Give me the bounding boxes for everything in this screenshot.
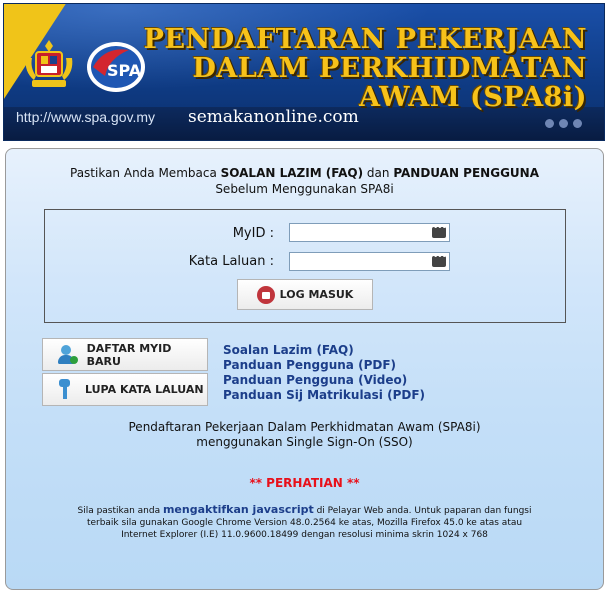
banner-dot: [559, 119, 568, 128]
warning-post: di Pelayar Web anda. Untuk paparan dan f…: [313, 506, 532, 516]
register-button-label: DAFTAR MYID BARU: [86, 341, 172, 368]
guide-video-link[interactable]: Panduan Pengguna (Video): [223, 373, 407, 387]
forgot-button-label: LUPA KATA LALUAN: [85, 383, 204, 396]
password-label: Kata Laluan :: [188, 254, 274, 269]
login-button-label: LOG MASUK: [279, 288, 354, 301]
banner-title-line1: PENDAFTARAN PEKERJAAN: [143, 24, 587, 55]
faq-link[interactable]: Soalan Lazim (FAQ): [223, 343, 354, 357]
banner-title-line2: DALAM PERKHIDMATAN: [192, 53, 587, 84]
warning-line3: Internet Explorer (I.E) 11.0.9600.18499 …: [121, 530, 488, 540]
notice-pre: Pastikan Anda Membaca: [70, 166, 221, 180]
myid-input[interactable]: [289, 223, 450, 242]
spa-logo-icon: SPA: [87, 42, 145, 92]
banner-dot: [545, 119, 554, 128]
password-input[interactable]: [289, 252, 450, 271]
banner-title-line3: AWAM (SPA8i): [359, 82, 587, 113]
notice-faq: SOALAN LAZIM (FAQ): [220, 166, 364, 180]
banner-url[interactable]: http://www.spa.gov.my: [16, 109, 155, 125]
matriculation-guide-link[interactable]: Panduan Sij Matrikulasi (PDF): [223, 388, 425, 402]
notice-line2: Sebelum Menggunakan SPA8i: [215, 182, 394, 196]
banner-dot: [573, 119, 582, 128]
keyboard-icon[interactable]: [432, 252, 446, 267]
warning-emph: mengaktifkan javascript: [162, 503, 314, 516]
key-icon: [57, 378, 73, 401]
guide-pdf-link[interactable]: Panduan Pengguna (PDF): [223, 358, 396, 372]
sso-line2: menggunakan Single Sign-On (SSO): [196, 435, 413, 449]
warning-pre: Sila pastikan anda: [77, 506, 163, 516]
myid-label: MyID :: [232, 226, 274, 241]
register-myid-button[interactable]: DAFTAR MYID BARU: [42, 338, 208, 371]
sso-line1: Pendaftaran Pekerjaan Dalam Perkhidmatan…: [128, 420, 481, 434]
warning-line1: Sila pastikan anda mengaktifkan javascri…: [0, 503, 609, 516]
notice-line1: Pastikan Anda Membaca SOALAN LAZIM (FAQ)…: [0, 166, 609, 180]
lock-icon: [256, 285, 275, 304]
coat-of-arms-icon: [25, 40, 73, 87]
keyboard-icon[interactable]: [432, 223, 446, 238]
login-button[interactable]: LOG MASUK: [237, 279, 373, 310]
add-user-icon: [57, 344, 78, 365]
warning-line2: terbaik sila gunakan Google Chrome Versi…: [86, 518, 523, 528]
notice-mid: dan: [363, 166, 394, 180]
warning-heading: ** PERHATIAN **: [249, 476, 360, 490]
banner-semakan-link[interactable]: semakanonline.com: [188, 107, 359, 127]
forgot-password-button[interactable]: LUPA KATA LALUAN: [42, 373, 208, 406]
spa-logo-text: SPA: [107, 61, 142, 80]
notice-guide: PANDUAN PENGGUNA: [393, 166, 539, 180]
